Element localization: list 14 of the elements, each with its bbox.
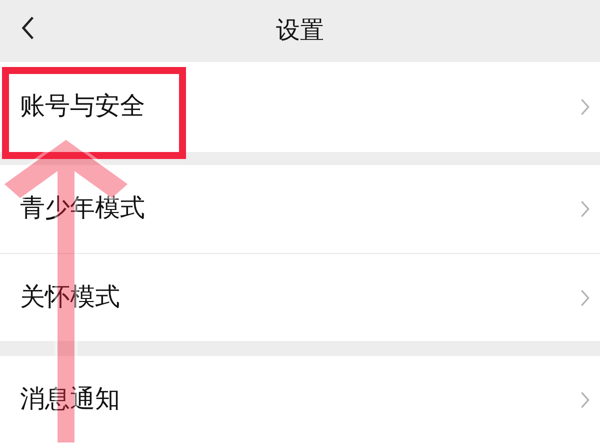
settings-row[interactable]: 账号与安全 [0, 62, 600, 152]
back-icon [21, 15, 35, 41]
page-title: 设置 [276, 16, 324, 46]
settings-row[interactable]: 关怀模式 [0, 253, 600, 341]
chevron-right-icon [580, 98, 590, 116]
chevron-right-icon [580, 391, 590, 409]
row-label: 关怀模式 [20, 282, 120, 313]
settings-row[interactable]: 青少年模式 [0, 165, 600, 253]
row-label: 账号与安全 [20, 91, 145, 122]
chevron-right-icon [580, 200, 590, 218]
chevron-right-icon [580, 288, 590, 306]
row-label: 消息通知 [20, 384, 120, 416]
row-label: 青少年模式 [20, 193, 145, 224]
settings-row[interactable]: 消息通知 [0, 356, 600, 444]
